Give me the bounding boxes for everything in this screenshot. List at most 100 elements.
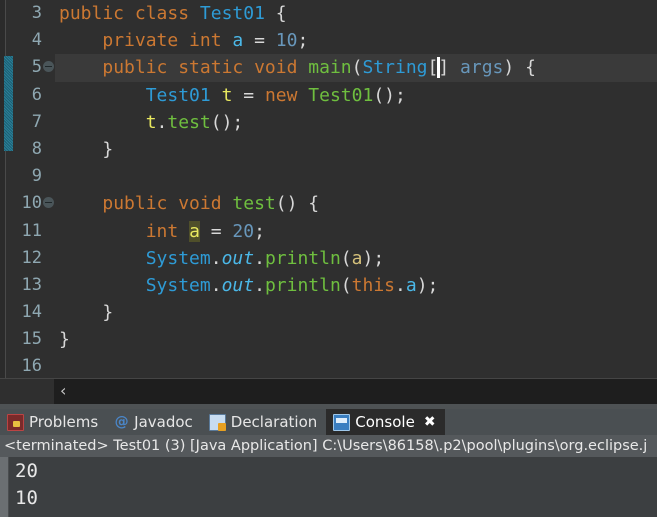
line-number-15[interactable]: 15	[6, 326, 55, 353]
line-number-12[interactable]: 12	[6, 245, 55, 272]
code-line-3[interactable]: public class Test01 {	[55, 0, 657, 27]
code-token: ;	[254, 220, 265, 242]
code-line-14[interactable]: }	[55, 299, 657, 326]
code-line-12[interactable]: System.out.println(a);	[55, 245, 657, 272]
line-number-label: 7	[31, 111, 42, 132]
line-number-label: 11	[21, 220, 42, 241]
code-token: public class	[59, 3, 200, 24]
scrollbar-track-left	[0, 379, 54, 404]
line-number-label: 15	[21, 329, 42, 350]
code-line-16[interactable]	[55, 353, 657, 379]
tab-problems[interactable]: Problems	[0, 409, 107, 435]
code-token: main	[308, 57, 352, 79]
line-number-4[interactable]: 4	[6, 27, 55, 54]
line-number-11[interactable]: 11	[6, 218, 55, 245]
code-token: a	[405, 274, 417, 296]
code-token: String	[362, 57, 428, 79]
scrollbar-thumb[interactable]: ‹	[54, 379, 657, 404]
code-token: System	[145, 247, 211, 269]
line-number-8[interactable]: 8	[6, 136, 55, 163]
code-line-4[interactable]: private int a = 10;	[55, 27, 657, 54]
line-number-3[interactable]: 3	[6, 0, 55, 27]
line-number-label: 16	[21, 356, 42, 377]
tab-javadoc[interactable]: @ Javadoc	[107, 409, 202, 435]
line-number-7[interactable]: 7	[6, 109, 55, 136]
fold-collapse-icon[interactable]	[43, 60, 54, 72]
line-number-13[interactable]: 13	[6, 272, 55, 299]
tab-label: Console	[355, 413, 415, 431]
change-indicator-bar	[4, 56, 13, 151]
bottom-view-panel: Problems @ Javadoc Declaration Console ✖ <ter…	[0, 404, 657, 517]
editor-body[interactable]: 3 4 5 6 7 8 9 10 11 12 13 14 15 16 public class Test0…	[0, 0, 657, 379]
code-line-5[interactable]: public static void main(String[] args) {	[55, 54, 657, 82]
code-line-7[interactable]: t.test();	[55, 109, 657, 136]
declaration-icon	[208, 413, 226, 431]
code-line-15[interactable]: }	[55, 326, 657, 353]
code-token: a	[189, 220, 200, 242]
code-token: );	[416, 274, 439, 296]
code-token: .	[210, 247, 222, 269]
code-token: );	[362, 247, 385, 269]
code-token: System	[145, 274, 211, 296]
tab-declaration[interactable]: Declaration	[202, 409, 326, 435]
code-token: int	[145, 220, 179, 242]
code-token: =	[243, 30, 276, 52]
code-token: private int	[102, 30, 233, 52]
code-token: (	[351, 57, 363, 79]
code-line-10[interactable]: public void test() {	[55, 190, 657, 217]
code-token: .	[395, 274, 406, 296]
code-token: t	[221, 84, 233, 106]
line-number-14[interactable]: 14	[6, 299, 55, 326]
view-tab-bar[interactable]: Problems @ Javadoc Declaration Console ✖	[0, 409, 657, 435]
console-output-line: 10	[15, 487, 38, 509]
line-number-5[interactable]: 5	[6, 54, 55, 81]
code-text-area[interactable]: public class Test01 { private int a = 10…	[55, 0, 657, 379]
tab-label: Declaration	[230, 413, 318, 431]
line-number-gutter[interactable]: 3 4 5 6 7 8 9 10 11 12 13 14 15 16	[6, 0, 55, 379]
code-token: test	[167, 111, 211, 133]
code-token: }	[59, 302, 114, 324]
code-token: args	[460, 57, 504, 79]
code-token: () {	[275, 193, 320, 215]
code-token: t	[145, 111, 157, 133]
line-number-label: 14	[21, 302, 42, 323]
code-token: .	[254, 274, 265, 296]
code-token: println	[264, 247, 341, 269]
line-number-10[interactable]: 10	[6, 190, 55, 217]
java-code-editor[interactable]: 3 4 5 6 7 8 9 10 11 12 13 14 15 16 public class Test0…	[0, 0, 657, 404]
code-token: .	[156, 111, 168, 133]
tab-console[interactable]: Console ✖	[326, 409, 445, 435]
problems-icon	[7, 413, 24, 431]
code-line-8[interactable]: }	[55, 136, 657, 163]
code-token: .	[254, 247, 265, 269]
code-token: ();	[210, 111, 244, 133]
code-token: ;	[297, 30, 309, 52]
code-line-6[interactable]: Test01 t = new Test01();	[55, 82, 657, 109]
code-token: Test01	[145, 84, 211, 106]
line-number-16[interactable]: 16	[6, 353, 55, 380]
console-text[interactable]: 20 10	[9, 457, 657, 517]
console-output-area[interactable]: 20 10	[0, 457, 657, 517]
editor-horizontal-scrollbar[interactable]: ‹	[0, 378, 657, 404]
code-token: new	[264, 84, 298, 106]
code-line-13[interactable]: System.out.println(this.a);	[55, 272, 657, 299]
line-number-9[interactable]: 9	[6, 163, 55, 190]
line-number-6[interactable]: 6	[6, 82, 55, 109]
code-line-9[interactable]	[55, 163, 657, 190]
line-number-label: 13	[21, 274, 42, 295]
code-line-11[interactable]: int a = 20;	[55, 218, 657, 245]
close-icon[interactable]: ✖	[424, 414, 436, 430]
line-number-label: 10	[21, 193, 42, 214]
eclipse-ide-window: 3 4 5 6 7 8 9 10 11 12 13 14 15 16 public class Test0…	[0, 0, 657, 517]
code-token: a	[232, 30, 244, 52]
fold-collapse-icon[interactable]	[43, 196, 54, 208]
code-token: this	[351, 274, 395, 296]
code-token: =	[199, 220, 233, 242]
line-number-label: 8	[31, 138, 42, 159]
